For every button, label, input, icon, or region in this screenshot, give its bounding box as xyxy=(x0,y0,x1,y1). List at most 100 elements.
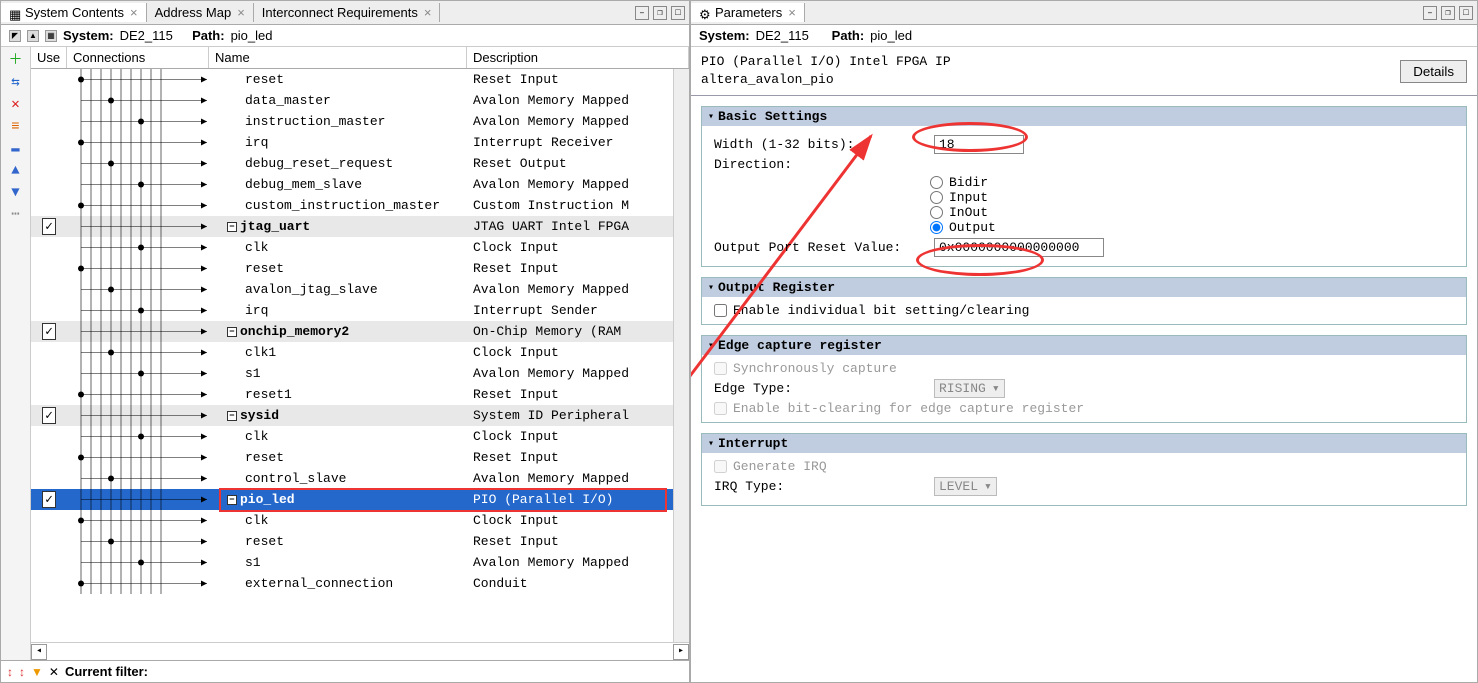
close-icon[interactable]: × xyxy=(237,5,245,20)
reorder-icon[interactable]: ≡ xyxy=(8,119,24,135)
nav-up-icon[interactable]: ▲ xyxy=(27,30,39,42)
width-input[interactable] xyxy=(934,135,1024,154)
expander-icon[interactable]: − xyxy=(227,327,237,337)
row-name: external_connection xyxy=(245,576,393,591)
irq-type-label: IRQ Type: xyxy=(714,479,924,494)
chevron-down-icon: ▾ xyxy=(992,381,1000,396)
close-icon[interactable]: × xyxy=(130,5,138,20)
gear-icon: ⚙ xyxy=(699,7,711,19)
table-row[interactable]: clkClock Input xyxy=(31,510,689,531)
restore-button[interactable]: ❐ xyxy=(653,6,667,20)
close-icon[interactable]: × xyxy=(788,5,796,20)
tab-address-map[interactable]: Address Map× xyxy=(147,3,254,22)
row-desc: Interrupt Sender xyxy=(467,303,689,318)
expander-icon[interactable]: − xyxy=(227,411,237,421)
group-header[interactable]: ▾Interrupt xyxy=(702,434,1466,453)
add-icon[interactable]: ＋ xyxy=(8,53,24,69)
direction-radio-inout[interactable]: InOut xyxy=(930,205,1454,220)
row-name: s1 xyxy=(245,555,261,570)
vertical-scrollbar[interactable] xyxy=(673,69,689,642)
horizontal-scrollbar[interactable]: ◂▸ xyxy=(31,642,689,660)
table-row[interactable]: irqInterrupt Receiver xyxy=(31,132,689,153)
tab-parameters[interactable]: ⚙Parameters× xyxy=(691,3,805,22)
nav-grid-icon[interactable]: ▦ xyxy=(45,30,57,42)
group-header[interactable]: ▾Basic Settings xyxy=(702,107,1466,126)
table-row[interactable]: clkClock Input xyxy=(31,237,689,258)
row-desc: Custom Instruction M xyxy=(467,198,689,213)
caret-down-icon: ▾ xyxy=(708,111,714,123)
table-row[interactable]: ✓−onchip_memory2On-Chip Memory (RAM xyxy=(31,321,689,342)
table-row[interactable]: control_slave Avalon Memory Mapped xyxy=(31,468,689,489)
direction-radio-output[interactable]: Output xyxy=(930,220,1454,235)
table-row[interactable]: s1Avalon Memory Mapped xyxy=(31,552,689,573)
col-description[interactable]: Description xyxy=(467,47,689,68)
maximize-button[interactable]: □ xyxy=(1459,6,1473,20)
expander-icon[interactable]: − xyxy=(227,222,237,232)
row-desc: On-Chip Memory (RAM xyxy=(467,324,689,339)
more-icon[interactable]: ⋯ xyxy=(8,207,24,223)
restore-button[interactable]: ❐ xyxy=(1441,6,1455,20)
table-row[interactable]: ✓−pio_ledPIO (Parallel I/O) xyxy=(31,489,689,510)
table-row[interactable]: resetReset Input xyxy=(31,447,689,468)
direction-radio-bidir[interactable]: Bidir xyxy=(930,175,1454,190)
group-header[interactable]: ▾Output Register xyxy=(702,278,1466,297)
move-down-icon[interactable]: ▼ xyxy=(8,185,24,201)
row-desc: Reset Input xyxy=(467,387,689,402)
minimize-button[interactable]: – xyxy=(635,6,649,20)
row-name: debug_reset_request xyxy=(245,156,393,171)
connect-icon[interactable]: ⇆ xyxy=(8,75,24,91)
filter-icon[interactable]: ↕ xyxy=(7,665,13,679)
table-row[interactable]: data_masterAvalon Memory Mapped xyxy=(31,90,689,111)
nav-nw-icon[interactable]: ◤ xyxy=(9,30,21,42)
table-row[interactable]: resetReset Input xyxy=(31,69,689,90)
col-name[interactable]: Name xyxy=(209,47,467,68)
close-icon[interactable]: × xyxy=(424,5,432,20)
col-use[interactable]: Use xyxy=(31,47,67,68)
connection-table[interactable]: resetReset Inputdata_masterAvalon Memory… xyxy=(31,69,689,642)
clear-filter-icon[interactable]: ✕ xyxy=(49,665,59,679)
row-desc: Reset Input xyxy=(467,261,689,276)
direction-radio-input[interactable]: Input xyxy=(930,190,1454,205)
table-row[interactable]: external_connectionConduit xyxy=(31,573,689,594)
table-row[interactable]: debug_reset_requestReset Output xyxy=(31,153,689,174)
row-name: pio_led xyxy=(240,492,295,507)
table-row[interactable]: avalon_jtag_slaveAvalon Memory Mapped xyxy=(31,279,689,300)
tab-system-contents[interactable]: ▦System Contents× xyxy=(1,3,147,22)
row-desc: Clock Input xyxy=(467,429,689,444)
row-desc: Reset Input xyxy=(467,72,689,87)
delete-icon[interactable]: ✕ xyxy=(8,97,24,113)
collapse-icon[interactable]: ▬ xyxy=(8,141,24,157)
row-name: control_slave xyxy=(245,471,346,486)
row-name: onchip_memory2 xyxy=(240,324,349,339)
table-row[interactable]: clk1Clock Input xyxy=(31,342,689,363)
maximize-button[interactable]: □ xyxy=(671,6,685,20)
table-row[interactable]: s1Avalon Memory Mapped xyxy=(31,363,689,384)
enable-bit-setting-checkbox[interactable]: Enable individual bit setting/clearing xyxy=(714,303,1454,318)
details-button[interactable]: Details xyxy=(1400,60,1467,83)
table-row[interactable]: instruction_masterAvalon Memory Mapped xyxy=(31,111,689,132)
table-row[interactable]: clkClock Input xyxy=(31,426,689,447)
table-row[interactable]: ✓−jtag_uartJTAG UART Intel FPGA xyxy=(31,216,689,237)
tab-interconnect[interactable]: Interconnect Requirements× xyxy=(254,3,441,22)
minimize-button[interactable]: – xyxy=(1423,6,1437,20)
bit-clearing-checkbox: Enable bit-clearing for edge capture reg… xyxy=(714,401,1454,416)
table-row[interactable]: ✓−sysidSystem ID Peripheral xyxy=(31,405,689,426)
table-row[interactable]: debug_mem_slaveAvalon Memory Mapped xyxy=(31,174,689,195)
generate-irq-checkbox: Generate IRQ xyxy=(714,459,1454,474)
row-desc: Avalon Memory Mapped xyxy=(467,471,689,486)
move-up-icon[interactable]: ▲ xyxy=(8,163,24,179)
row-desc: Avalon Memory Mapped xyxy=(467,114,689,129)
funnel-icon[interactable]: ▼ xyxy=(31,665,43,679)
table-row[interactable]: resetReset Input xyxy=(31,531,689,552)
group-header[interactable]: ▾Edge capture register xyxy=(702,336,1466,355)
table-row[interactable]: custom_instruction_master Custom Instruct… xyxy=(31,195,689,216)
table-row[interactable]: reset1Reset Input xyxy=(31,384,689,405)
expander-icon[interactable]: − xyxy=(227,495,237,505)
filter-icon[interactable]: ↕ xyxy=(19,665,25,679)
edge-type-label: Edge Type: xyxy=(714,381,924,396)
table-row[interactable]: resetReset Input xyxy=(31,258,689,279)
col-connections[interactable]: Connections xyxy=(67,47,209,68)
reset-value-input[interactable] xyxy=(934,238,1104,257)
table-row[interactable]: irqInterrupt Sender xyxy=(31,300,689,321)
row-name: custom_instruction_master xyxy=(245,198,440,213)
